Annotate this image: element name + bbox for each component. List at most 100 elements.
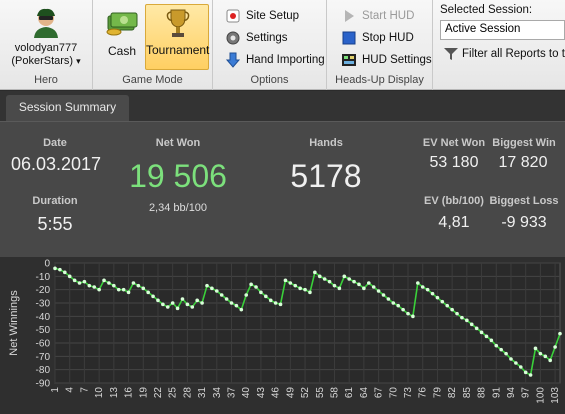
data-point [376, 289, 381, 293]
x-tick-label: 82 [447, 387, 458, 399]
data-point [504, 351, 508, 356]
y-tick-label: -70 [36, 352, 51, 363]
stop-hud-button[interactable]: Stop HUD [341, 28, 414, 48]
data-point [391, 301, 396, 305]
hud-settings-label: HUD Settings [362, 54, 432, 66]
data-point [200, 301, 204, 305]
data-point [303, 287, 307, 292]
data-point [116, 287, 121, 292]
hand-importing-button[interactable]: Hand Importing [225, 50, 325, 70]
x-tick-label: 16 [124, 387, 135, 399]
data-point [72, 278, 77, 283]
data-point [126, 290, 131, 295]
y-tick-label: -90 [36, 379, 51, 390]
start-hud-button[interactable]: Start HUD [341, 6, 414, 26]
data-point [479, 330, 484, 335]
x-tick-label: 103 [550, 387, 561, 404]
x-tick-label: 61 [344, 387, 355, 399]
data-point [53, 266, 57, 271]
tab-session-summary[interactable]: Session Summary [6, 95, 129, 121]
gear-icon [226, 31, 240, 45]
data-point [371, 285, 376, 289]
data-point [180, 297, 185, 301]
x-tick-label: 19 [138, 387, 149, 399]
options-group-label: Options [250, 74, 289, 86]
data-point [357, 282, 361, 287]
data-point [298, 286, 302, 291]
data-point [97, 287, 101, 292]
data-point [474, 326, 479, 331]
data-point [342, 274, 347, 279]
x-tick-label: 85 [462, 387, 473, 399]
data-point [352, 279, 356, 284]
data-point [102, 278, 106, 283]
data-point [381, 293, 386, 297]
x-tick-label: 67 [374, 387, 385, 399]
y-tick-label: -50 [36, 325, 51, 336]
x-tick-label: 52 [300, 387, 311, 399]
data-point [313, 270, 317, 275]
x-tick-label: 73 [403, 387, 414, 399]
filter-reports-button[interactable]: Filter all Reports to th [443, 47, 565, 61]
x-tick-label: 91 [491, 387, 502, 399]
cash-mode-button[interactable]: Cash [97, 4, 147, 70]
ev-net-won-value: 53 180 [429, 154, 479, 171]
hero-group-label: Hero [34, 74, 58, 86]
y-tick-label: 0 [44, 259, 50, 270]
data-point [77, 281, 82, 285]
data-point [514, 361, 518, 365]
ribbon-toolbar: volodyan777 (PokerStars) ▾ Hero Cash Tou… [0, 0, 565, 90]
x-tick-label: 46 [271, 387, 282, 399]
data-point [190, 305, 195, 309]
data-point [528, 373, 533, 377]
y-tick-label: -10 [36, 272, 51, 283]
x-tick-label: 37 [227, 387, 238, 399]
date-label: Date [43, 137, 67, 149]
x-tick-label: 31 [197, 387, 208, 399]
x-tick-label: 64 [359, 387, 370, 399]
x-tick-label: 100 [535, 387, 546, 404]
data-point [67, 274, 72, 279]
hands-value: 5178 [290, 158, 362, 194]
net-won-value: 19 506 [129, 158, 227, 194]
data-point [425, 287, 430, 292]
filter-reports-label: Filter all Reports to th [462, 48, 565, 60]
net-won-label: Net Won [155, 137, 201, 149]
ev-bb100-label: EV (bb/100) [424, 195, 484, 207]
data-point [450, 307, 454, 312]
ev-bb100-value: 4,81 [438, 214, 470, 231]
data-point [548, 358, 552, 363]
tab-strip: Session Summary [0, 91, 565, 121]
data-point [499, 347, 503, 352]
hero-group: volodyan777 (PokerStars) ▾ Hero [0, 0, 93, 90]
trophy-icon [166, 9, 190, 37]
data-point [406, 311, 410, 316]
data-point [322, 277, 327, 281]
site-setup-button[interactable]: Site Setup [225, 6, 299, 26]
play-icon [345, 10, 354, 22]
x-tick-label: 40 [241, 387, 252, 399]
data-point [288, 281, 293, 285]
data-point [460, 315, 464, 320]
tournament-label: Tournament [146, 43, 210, 57]
tournament-mode-button[interactable]: Tournament [145, 4, 209, 70]
data-point [538, 351, 543, 356]
hero-selector[interactable]: volodyan777 (PokerStars) ▾ [0, 42, 92, 68]
data-point [465, 318, 469, 323]
data-point [249, 282, 253, 287]
x-tick-label: 49 [285, 387, 296, 399]
x-tick-label: 22 [153, 387, 164, 399]
data-point [131, 281, 136, 285]
data-point [58, 267, 62, 272]
data-point [219, 293, 224, 297]
data-point [229, 301, 234, 305]
duration-label: Duration [32, 195, 78, 207]
settings-button[interactable]: Settings [225, 28, 288, 48]
session-select[interactable]: Active Session [440, 20, 565, 40]
x-tick-label: 70 [388, 387, 399, 399]
x-tick-label: 79 [432, 387, 443, 399]
hud-settings-button[interactable]: HUD Settings [341, 50, 432, 70]
data-point [175, 306, 180, 311]
data-point [386, 297, 391, 301]
hero-avatar-icon[interactable] [31, 6, 61, 38]
